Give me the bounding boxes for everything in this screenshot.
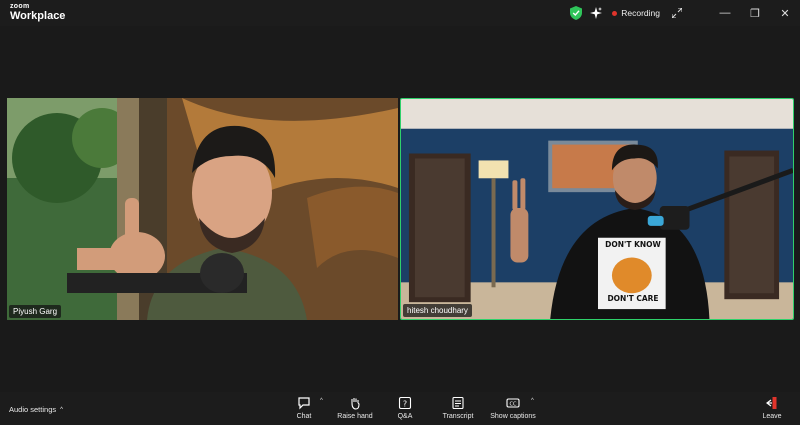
- recording-dot-icon: [612, 10, 618, 16]
- close-button[interactable]: ✕: [770, 0, 800, 26]
- audio-settings-label: Audio settings: [9, 405, 57, 414]
- recording-indicator[interactable]: Recording: [612, 8, 660, 18]
- participant-video: [7, 98, 398, 320]
- transcript-label: Transcript: [442, 413, 474, 420]
- qa-label: Q&A: [397, 413, 413, 420]
- chevron-up-icon[interactable]: ^: [60, 407, 63, 413]
- meeting-toolbar: Audio settings ^ Chat ^ Raise hand ? Q&A…: [0, 392, 800, 425]
- participant-video: [401, 99, 793, 319]
- participant-name-tag: Piyush Garg: [9, 305, 62, 318]
- video-tile-piyush[interactable]: Piyush Garg: [7, 98, 398, 320]
- recording-label: Recording: [621, 8, 660, 18]
- logo-workplace-text: Workplace: [10, 10, 66, 22]
- closed-captions-icon: CC: [506, 398, 520, 408]
- zoom-workplace-logo: zoom Workplace: [10, 3, 65, 22]
- transcript-icon: [452, 396, 464, 410]
- minimize-button[interactable]: —: [710, 0, 740, 26]
- restore-button[interactable]: ❐: [740, 0, 770, 26]
- leave-label: Leave: [762, 413, 782, 420]
- title-bar: zoom Workplace Recording — ❐ ✕: [0, 0, 800, 26]
- show-captions-button[interactable]: CC Show captions: [483, 396, 543, 420]
- participant-name-tag: hitesh choudhary: [403, 304, 472, 317]
- video-stage: Piyush Garg DON'T KNOW DON'T CARE hitesh…: [0, 26, 800, 392]
- shirt-graphic-text: DON'T KNOW DON'T CARE: [605, 240, 661, 303]
- audio-settings-button[interactable]: Audio settings ^: [9, 405, 63, 414]
- chevron-up-icon[interactable]: ^: [531, 398, 534, 404]
- expand-icon[interactable]: [672, 8, 682, 18]
- shield-icon[interactable]: [570, 6, 583, 20]
- logo-zoom-text: zoom: [10, 3, 30, 10]
- video-tile-hitesh[interactable]: DON'T KNOW DON'T CARE hitesh choudhary: [400, 98, 794, 320]
- svg-text:CC: CC: [510, 401, 517, 407]
- show-captions-label: Show captions: [490, 413, 536, 420]
- chevron-up-icon[interactable]: ^: [320, 398, 323, 404]
- svg-text:?: ?: [403, 400, 407, 409]
- chat-icon: [298, 397, 310, 410]
- ai-companion-icon[interactable]: [590, 7, 603, 19]
- raise-hand-label: Raise hand: [337, 413, 373, 420]
- chat-label: Chat: [296, 413, 312, 420]
- qa-icon: ?: [398, 396, 412, 410]
- transcript-button[interactable]: Transcript: [428, 396, 488, 420]
- qa-button[interactable]: ? Q&A: [375, 396, 435, 420]
- hand-icon: [351, 398, 360, 410]
- leave-button[interactable]: Leave: [742, 396, 800, 420]
- leave-icon: [766, 397, 777, 409]
